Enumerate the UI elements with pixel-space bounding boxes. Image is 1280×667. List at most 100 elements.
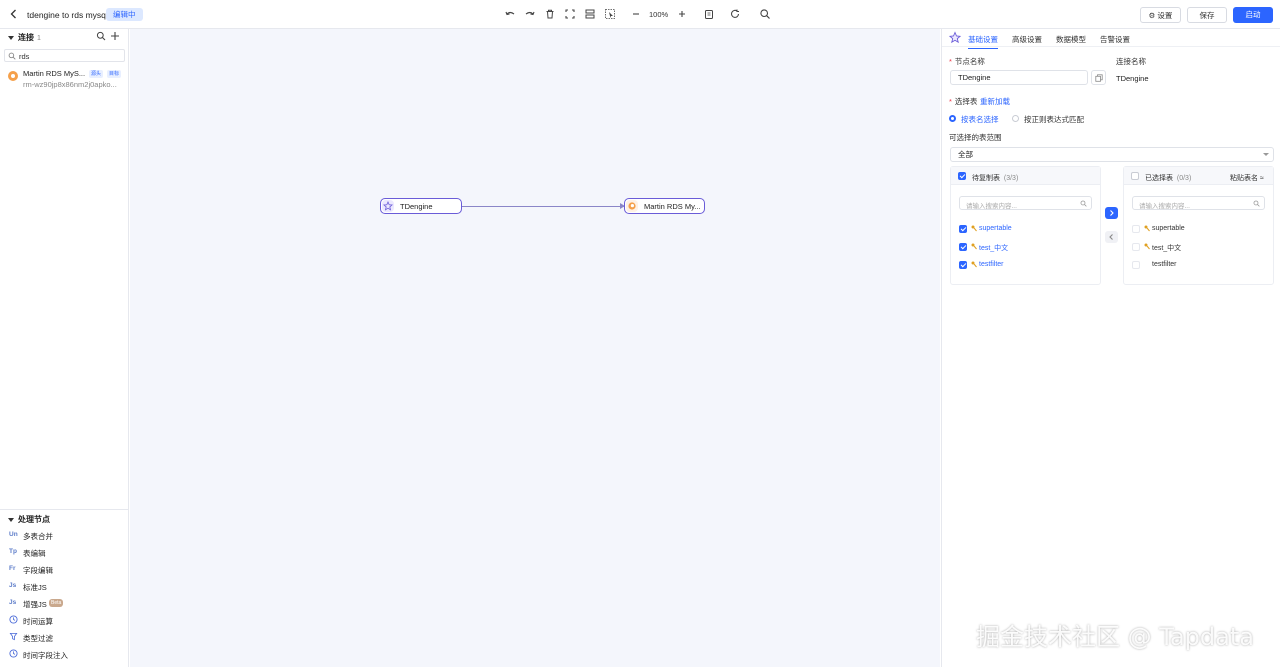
processing-section-header[interactable]: 处理节点 <box>8 514 50 525</box>
select-all-checkbox[interactable] <box>958 172 966 180</box>
add-connection-icon[interactable] <box>110 31 120 41</box>
table-checkbox[interactable] <box>959 243 967 251</box>
selected-search-input[interactable]: 请输入搜索内容... <box>1132 196 1265 210</box>
tab-advanced-settings[interactable]: 高级设置 <box>1012 34 1042 45</box>
processor-item-merge[interactable]: Un 多表合并 <box>9 530 124 542</box>
processor-label: 字段编辑 <box>23 566 53 575</box>
chevron-left-icon <box>1109 234 1113 240</box>
delete-icon[interactable] <box>544 8 556 20</box>
node-name-label: * 节点名称 <box>949 57 985 66</box>
table-name: testfilter <box>979 261 1004 268</box>
table-edit-icon: Tp <box>9 548 17 555</box>
clipboard-icon[interactable] <box>703 8 715 20</box>
processor-item-table-edit[interactable]: Tp 表编辑 <box>9 547 124 559</box>
connection-name-label: 连接名称 <box>1116 57 1146 66</box>
divider <box>0 509 129 510</box>
refresh-icon[interactable] <box>729 8 741 20</box>
tab-basic-settings[interactable]: 基础设置 <box>968 34 998 49</box>
chevron-right-icon <box>1110 210 1114 216</box>
redo-icon[interactable] <box>524 8 536 20</box>
back-arrow-icon[interactable] <box>8 8 20 20</box>
select-all-checkbox[interactable] <box>1131 172 1139 180</box>
move-right-button[interactable] <box>1105 207 1118 219</box>
start-button[interactable]: 启动 <box>1233 7 1273 23</box>
connections-count: 1 <box>37 35 41 42</box>
table-checkbox[interactable] <box>1132 225 1140 233</box>
pending-table-row[interactable]: supertable <box>959 224 1094 234</box>
radio-by-name-label[interactable]: 按表名选择 <box>961 114 999 125</box>
table-checkbox[interactable] <box>1132 243 1140 251</box>
processor-item-field-edit[interactable]: Fr 字段编辑 <box>9 564 124 576</box>
table-checkbox[interactable] <box>959 225 967 233</box>
search-icon <box>1080 200 1087 207</box>
target-node[interactable]: Martin RDS My... <box>624 198 705 214</box>
selected-table-row[interactable]: testfilter <box>1132 260 1267 270</box>
select-mode-icon[interactable] <box>604 8 616 20</box>
selected-table-row[interactable]: test_中文 <box>1132 242 1267 252</box>
field-edit-icon: Fr <box>9 565 16 572</box>
left-sidebar: 连接 1 rds Martin RDS MyS... 源头 目标 rm-wz90j… <box>0 29 129 667</box>
paste-table-names-link[interactable]: 粘贴表名 ≈ <box>1230 173 1264 183</box>
table-range-select[interactable]: 全部 <box>950 147 1274 162</box>
tab-data-model[interactable]: 数据模型 <box>1056 34 1086 45</box>
search-icon[interactable] <box>96 31 106 41</box>
clock-icon <box>9 615 18 624</box>
table-range-value: 全部 <box>958 150 973 159</box>
pending-tables-title: 待复制表 (3/3) <box>972 175 1019 182</box>
radio-by-name[interactable] <box>949 115 956 122</box>
pending-table-row[interactable]: testfilter <box>959 260 1094 270</box>
settings-button[interactable]: ⚙ 设置 <box>1140 7 1181 23</box>
pending-tables-header: 待复制表 (3/3) <box>951 167 1100 185</box>
chevron-down-icon <box>8 35 14 40</box>
pending-search-input[interactable]: 请输入搜索内容... <box>959 196 1092 210</box>
processor-item-time-field-inject[interactable]: 时间字段注入 <box>9 649 124 661</box>
undo-icon[interactable] <box>504 8 516 20</box>
source-node[interactable]: TDengine <box>380 198 462 214</box>
processor-item-type-filter[interactable]: 类型过滤 <box>9 632 124 644</box>
key-icon <box>971 225 977 232</box>
selected-tables-header: 已选择表 (0/3) 粘贴表名 ≈ <box>1124 167 1273 185</box>
zoom-out-icon[interactable] <box>630 8 642 20</box>
js-icon: Js <box>9 582 17 589</box>
processor-label: 表编辑 <box>23 549 46 558</box>
table-name: test_中文 <box>979 245 1009 252</box>
filter-icon <box>9 632 18 641</box>
processor-item-enhanced-js[interactable]: Js 增强JS Beta <box>9 598 124 610</box>
connection-list-item[interactable]: Martin RDS MyS... 源头 目标 rm-wz90jp8x86nm2… <box>6 67 126 91</box>
zoom-in-icon[interactable] <box>676 8 688 20</box>
dag-canvas[interactable]: TDengine Martin RDS My... <box>130 29 940 667</box>
search-icon[interactable] <box>759 8 771 20</box>
table-range-label: 可选择的表范围 <box>949 133 1002 142</box>
fit-view-icon[interactable] <box>564 8 576 20</box>
radio-by-regex-label[interactable]: 按正则表达式匹配 <box>1024 114 1084 125</box>
connection-search-input[interactable]: rds <box>4 49 125 62</box>
node-name-input[interactable]: TDengine <box>950 70 1088 85</box>
source-node-label: TDengine <box>400 202 433 211</box>
selected-tables-box: 已选择表 (0/3) 粘贴表名 ≈ 请输入搜索内容... supertable … <box>1123 166 1274 285</box>
auto-layout-icon[interactable] <box>584 8 596 20</box>
move-left-button[interactable] <box>1105 231 1118 243</box>
pending-table-row[interactable]: test_中文 <box>959 242 1094 252</box>
table-name: testfilter <box>1152 261 1177 268</box>
settings-label: 设置 <box>1157 11 1173 20</box>
paste-icon: ≈ <box>1259 175 1264 182</box>
copy-button[interactable] <box>1091 70 1106 85</box>
tab-alert-settings[interactable]: 告警设置 <box>1100 34 1130 45</box>
radio-by-regex[interactable] <box>1012 115 1019 122</box>
watermark: 掘金技术社区 @ Tapdata <box>976 623 1254 651</box>
save-button[interactable]: 保存 <box>1187 7 1227 23</box>
reload-link[interactable]: 重新加载 <box>980 96 1010 107</box>
gear-icon: ⚙ <box>1148 11 1156 20</box>
table-checkbox[interactable] <box>959 261 967 269</box>
processor-item-standard-js[interactable]: Js 标准JS <box>9 581 124 593</box>
search-placeholder: 请输入搜索内容... <box>1139 203 1190 210</box>
selected-table-row[interactable]: supertable <box>1132 224 1267 234</box>
settings-tabs: 基础设置 高级设置 数据模型 告警设置 <box>942 29 1280 49</box>
table-checkbox[interactable] <box>1132 261 1140 269</box>
node-connection-edge[interactable] <box>462 206 625 207</box>
processor-item-time-calc[interactable]: 时间运算 <box>9 615 124 627</box>
key-icon <box>1144 243 1150 250</box>
processor-label: 增强JS <box>23 600 47 609</box>
connections-section-header[interactable]: 连接 1 <box>8 32 41 43</box>
copy-icon <box>1095 74 1103 82</box>
